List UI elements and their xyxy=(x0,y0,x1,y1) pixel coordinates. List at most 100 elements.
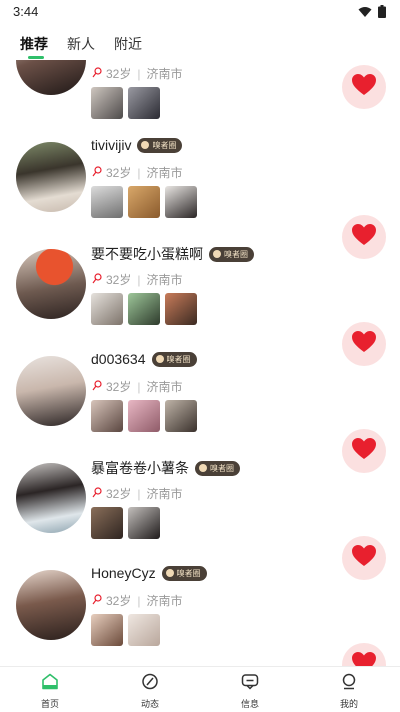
photo-strip xyxy=(91,293,197,325)
avatar[interactable] xyxy=(16,570,86,640)
avatar[interactable] xyxy=(16,249,86,319)
member-badge: 嗅者圈 xyxy=(209,246,254,262)
user-card[interactable]: d003634 嗅者圈 32岁 | 济南市 xyxy=(0,344,400,473)
status-bar: 3:44 xyxy=(0,0,400,24)
photo-thumb[interactable] xyxy=(91,186,123,218)
meta-divider: | xyxy=(137,486,141,501)
user-name-row: d003634 嗅者圈 xyxy=(91,351,197,367)
avatar[interactable] xyxy=(16,60,86,95)
nav-messages-label: 信息 xyxy=(240,699,259,709)
user-card[interactable]: 32岁 | 济南市 xyxy=(0,60,400,119)
user-name[interactable]: 要不要吃小蛋糕啊 xyxy=(91,244,203,264)
badge-dot-icon xyxy=(155,355,164,363)
tab-new[interactable]: 新人 xyxy=(67,34,95,54)
moments-icon xyxy=(142,673,158,690)
badge-label: 嗅者圈 xyxy=(152,140,177,150)
tab-nearby[interactable]: 附近 xyxy=(114,34,142,54)
user-card[interactable]: 要不要吃小蛋糕啊 嗅者圈 32岁 | 济南市 xyxy=(0,237,400,366)
photo-thumb[interactable] xyxy=(91,293,123,325)
photo-thumb[interactable] xyxy=(128,507,160,539)
photo-thumb[interactable] xyxy=(91,614,123,646)
badge-dot-icon xyxy=(199,464,207,472)
avatar[interactable] xyxy=(16,463,86,533)
user-age: 32岁 xyxy=(106,166,132,180)
badge-label: 嗅者圈 xyxy=(166,354,191,364)
badge-dot-icon xyxy=(213,250,221,258)
profile-icon xyxy=(342,673,356,690)
nav-moments[interactable]: 动态 xyxy=(120,673,180,710)
tab-active-indicator xyxy=(28,56,44,59)
user-city: 济南市 xyxy=(146,166,183,180)
user-meta: 32岁 | 济南市 xyxy=(92,271,183,288)
like-button[interactable] xyxy=(342,643,386,666)
bottom-nav: 首页 动态 信息 我的 xyxy=(0,666,400,712)
user-name-row: HoneyCyz 嗅者圈 xyxy=(91,565,207,581)
user-meta: 32岁 | 济南市 xyxy=(92,378,183,395)
user-city: 济南市 xyxy=(146,273,183,287)
user-city: 济南市 xyxy=(146,67,183,81)
badge-label: 嗅者圈 xyxy=(210,463,234,473)
nav-profile[interactable]: 我的 xyxy=(319,673,379,710)
location-pin-icon xyxy=(92,272,102,287)
user-meta: 32岁 | 济南市 xyxy=(92,485,183,502)
photo-thumb[interactable] xyxy=(91,507,123,539)
user-list[interactable]: 32岁 | 济南市 tivivijiv 嗅者圈 32岁 | 济南市 要不要吃小蛋… xyxy=(0,60,400,666)
location-pin-icon xyxy=(92,486,102,501)
user-name[interactable]: d003634 xyxy=(91,351,146,367)
photo-thumb[interactable] xyxy=(128,614,160,646)
user-card[interactable]: tivivijiv 嗅者圈 32岁 | 济南市 xyxy=(0,130,400,259)
user-meta: 32岁 | 济南市 xyxy=(92,164,183,181)
user-name-row: 暴富卷卷小薯条 嗅者圈 xyxy=(91,458,240,478)
user-card[interactable]: HoneyCyz 嗅者圈 32岁 | 济南市 xyxy=(0,558,400,666)
user-city: 济南市 xyxy=(146,380,183,394)
home-icon xyxy=(42,673,58,690)
member-badge: 嗅者圈 xyxy=(137,137,183,153)
heart-icon xyxy=(352,73,376,101)
photo-thumb[interactable] xyxy=(128,186,160,218)
photo-thumb[interactable] xyxy=(165,186,197,218)
badge-label: 嗅者圈 xyxy=(176,568,201,578)
nav-moments-label: 动态 xyxy=(140,699,159,709)
meta-divider: | xyxy=(137,379,141,394)
meta-divider: | xyxy=(137,272,141,287)
user-age: 32岁 xyxy=(106,380,132,394)
meta-divider: | xyxy=(137,66,141,81)
photo-thumb[interactable] xyxy=(128,87,160,119)
location-pin-icon xyxy=(92,66,102,81)
user-age: 32岁 xyxy=(106,594,132,608)
status-time: 3:44 xyxy=(13,4,39,19)
nav-home[interactable]: 首页 xyxy=(20,673,80,710)
message-icon xyxy=(241,674,259,690)
user-name[interactable]: tivivijiv xyxy=(91,137,131,153)
feed-tabs: 推荐 新人 附近 xyxy=(0,28,400,60)
meta-divider: | xyxy=(137,593,141,608)
location-pin-icon xyxy=(92,593,102,608)
status-icons xyxy=(358,5,386,18)
user-name-row: tivivijiv 嗅者圈 xyxy=(91,137,183,153)
nav-profile-label: 我的 xyxy=(339,699,358,709)
photo-thumb[interactable] xyxy=(165,293,197,325)
badge-label: 嗅者圈 xyxy=(224,249,248,259)
wifi-icon xyxy=(358,6,372,17)
avatar[interactable] xyxy=(16,356,86,426)
photo-strip xyxy=(91,507,160,539)
user-age: 32岁 xyxy=(106,273,132,287)
photo-thumb[interactable] xyxy=(128,293,160,325)
avatar[interactable] xyxy=(16,142,86,212)
meta-divider: | xyxy=(137,165,141,180)
user-card[interactable]: 暴富卷卷小薯条 嗅者圈 32岁 | 济南市 xyxy=(0,451,400,580)
user-name[interactable]: HoneyCyz xyxy=(91,565,156,581)
photo-thumb[interactable] xyxy=(165,400,197,432)
battery-icon xyxy=(378,5,386,18)
user-meta: 32岁 | 济南市 xyxy=(92,592,183,609)
photo-thumb[interactable] xyxy=(91,87,123,119)
like-button[interactable] xyxy=(342,65,386,109)
user-name[interactable]: 暴富卷卷小薯条 xyxy=(91,458,189,478)
photo-thumb[interactable] xyxy=(128,400,160,432)
nav-messages[interactable]: 信息 xyxy=(220,673,280,710)
badge-dot-icon xyxy=(165,569,174,577)
user-meta: 32岁 | 济南市 xyxy=(92,65,183,82)
member-badge: 嗅者圈 xyxy=(161,565,207,581)
photo-thumb[interactable] xyxy=(91,400,123,432)
tab-recommend[interactable]: 推荐 xyxy=(20,34,48,54)
